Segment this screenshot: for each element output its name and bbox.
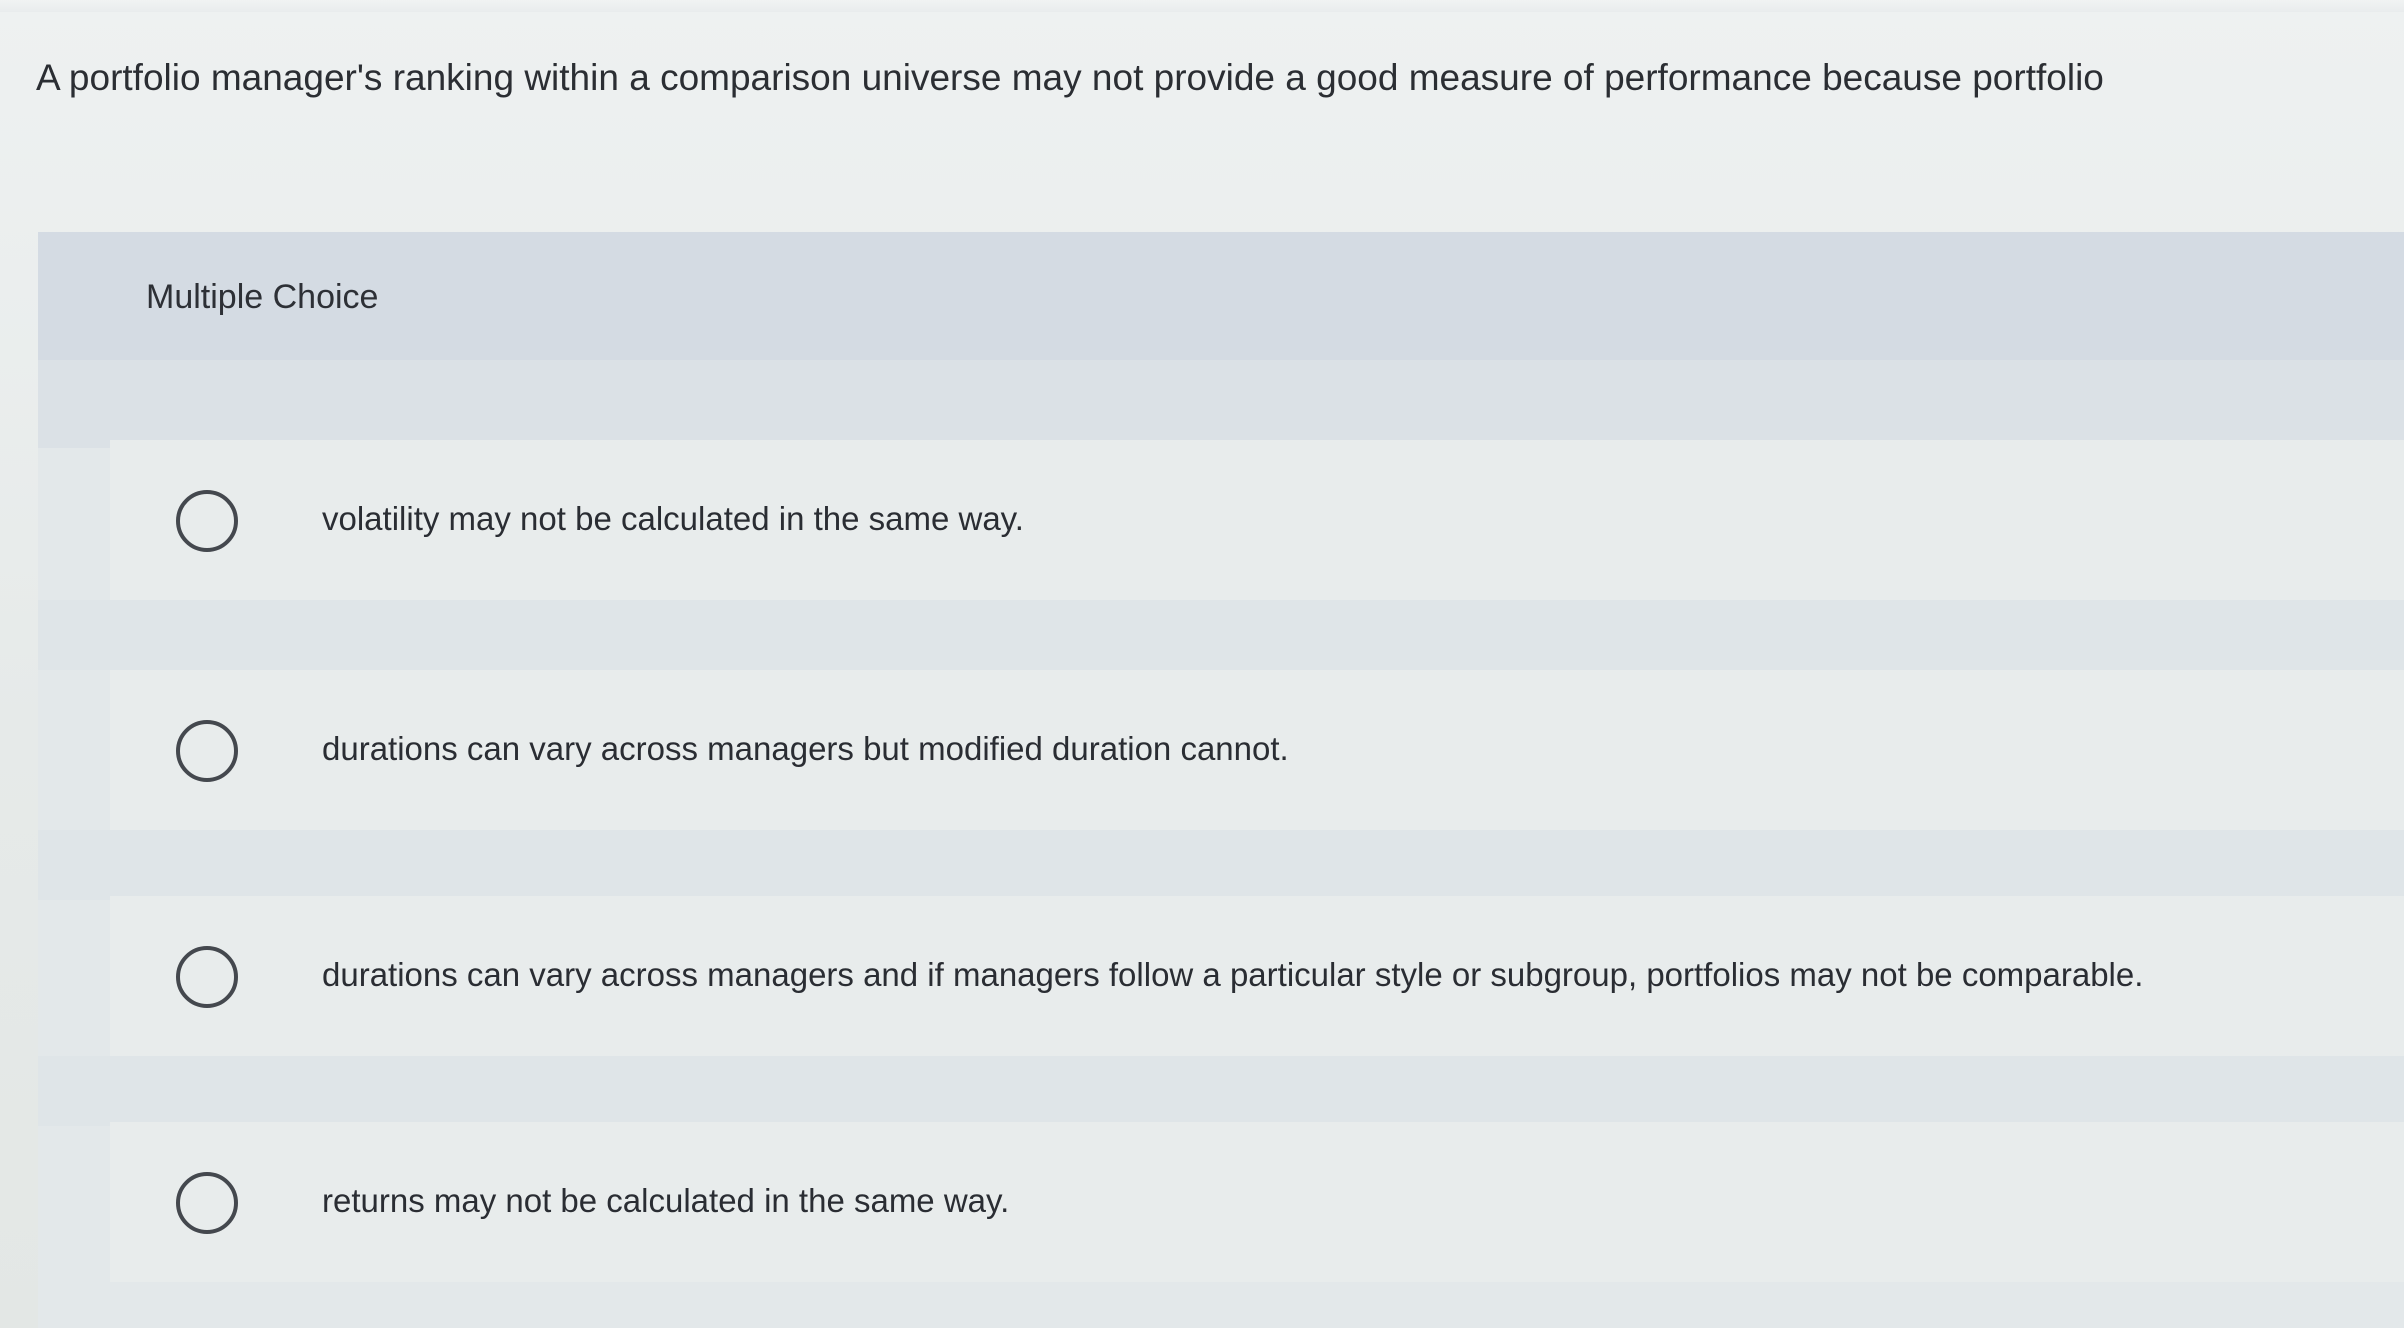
answer-option-label: durations can vary across managers but m…	[322, 730, 1289, 767]
answer-option-1[interactable]: volatility may not be calculated in the …	[110, 440, 2404, 600]
multiple-choice-header: Multiple Choice	[38, 232, 2404, 360]
answer-option-2[interactable]: durations can vary across managers but m…	[110, 670, 2404, 830]
radio-button-icon[interactable]	[176, 946, 238, 1008]
multiple-choice-card: Multiple Choice volatility may not be ca…	[38, 232, 2404, 1328]
multiple-choice-header-label: Multiple Choice	[146, 278, 379, 316]
option-separator	[38, 600, 2404, 670]
header-spacer	[38, 360, 2404, 448]
answer-option-3[interactable]: durations can vary across managers and i…	[110, 896, 2404, 1056]
radio-button-icon[interactable]	[176, 720, 238, 782]
answer-option-label: volatility may not be calculated in the …	[322, 500, 1024, 537]
answer-option-label: returns may not be calculated in the sam…	[322, 1182, 1010, 1219]
option-separator	[38, 1056, 2404, 1126]
question-prompt: A portfolio manager's ranking within a c…	[36, 57, 2104, 98]
radio-button-icon[interactable]	[176, 490, 238, 552]
top-divider	[0, 0, 2404, 12]
radio-button-icon[interactable]	[176, 1172, 238, 1234]
option-separator	[38, 830, 2404, 900]
answer-option-4[interactable]: returns may not be calculated in the sam…	[110, 1122, 2404, 1282]
answer-option-label: durations can vary across managers and i…	[322, 956, 2144, 993]
